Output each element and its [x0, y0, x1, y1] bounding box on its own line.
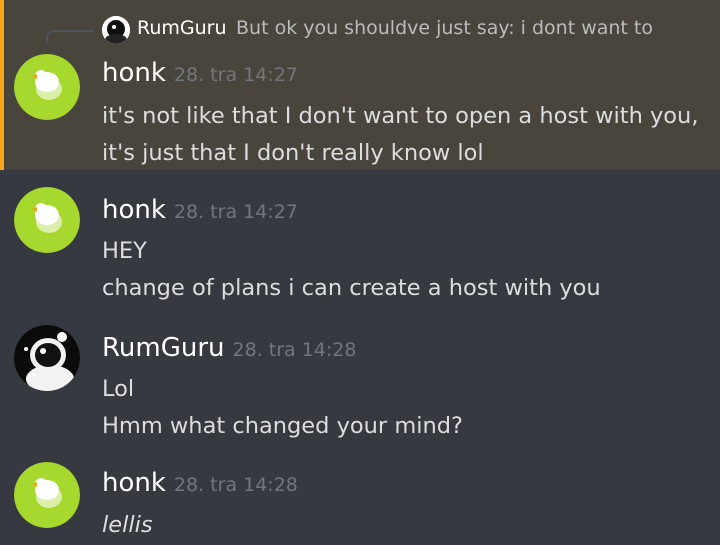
avatar[interactable]: [14, 54, 80, 120]
reply-spine: [46, 30, 94, 44]
message-header: RumGuru 28. tra 14:28: [102, 333, 356, 363]
timestamp[interactable]: 28. tra 14:28: [233, 339, 357, 361]
message-text-line: it's not like that I don't want to open …: [102, 103, 699, 129]
message-text-line: it's just that I don't really know lol: [102, 140, 484, 166]
message-group-4[interactable]: honk 28. tra 14:28 lellis: [0, 455, 720, 545]
message-text-line: lellis: [102, 512, 153, 538]
avatar[interactable]: [14, 187, 80, 253]
timestamp[interactable]: 28. tra 14:28: [174, 474, 298, 496]
goose-avatar-icon: [14, 187, 80, 253]
username[interactable]: honk: [102, 468, 166, 498]
timestamp[interactable]: 28. tra 14:27: [174, 64, 298, 86]
timestamp[interactable]: 28. tra 14:27: [174, 201, 298, 223]
username[interactable]: honk: [102, 195, 166, 225]
username[interactable]: honk: [102, 58, 166, 88]
goose-avatar-icon: [14, 462, 80, 528]
reply-preview-text[interactable]: But ok you shouldve just say: i dont wan…: [236, 17, 653, 39]
message-group-2[interactable]: honk 28. tra 14:27 HEY change of plans i …: [0, 180, 720, 305]
message-text-line: HEY: [102, 238, 147, 264]
goose-avatar-icon: [14, 54, 80, 120]
username[interactable]: RumGuru: [102, 333, 225, 363]
message-group-3[interactable]: RumGuru 28. tra 14:28 Lol Hmm what change…: [0, 318, 720, 443]
message-header: honk 28. tra 14:27: [102, 58, 298, 88]
astronaut-avatar-icon: [102, 16, 130, 44]
message-text-line: change of plans i can create a host with…: [102, 275, 601, 301]
message-header: honk 28. tra 14:27: [102, 195, 298, 225]
reply-reference[interactable]: RumGuru But ok you shouldve just say: i …: [0, 0, 720, 58]
astronaut-avatar-icon: [14, 325, 80, 391]
message-text-line: Hmm what changed your mind?: [102, 413, 463, 439]
avatar[interactable]: [14, 462, 80, 528]
avatar[interactable]: [14, 325, 80, 391]
message-group-1[interactable]: RumGuru But ok you shouldve just say: i …: [0, 0, 720, 170]
message-text-line: Lol: [102, 376, 135, 402]
reply-username[interactable]: RumGuru: [137, 17, 227, 39]
message-header: honk 28. tra 14:28: [102, 468, 298, 498]
reply-avatar[interactable]: [102, 16, 130, 44]
